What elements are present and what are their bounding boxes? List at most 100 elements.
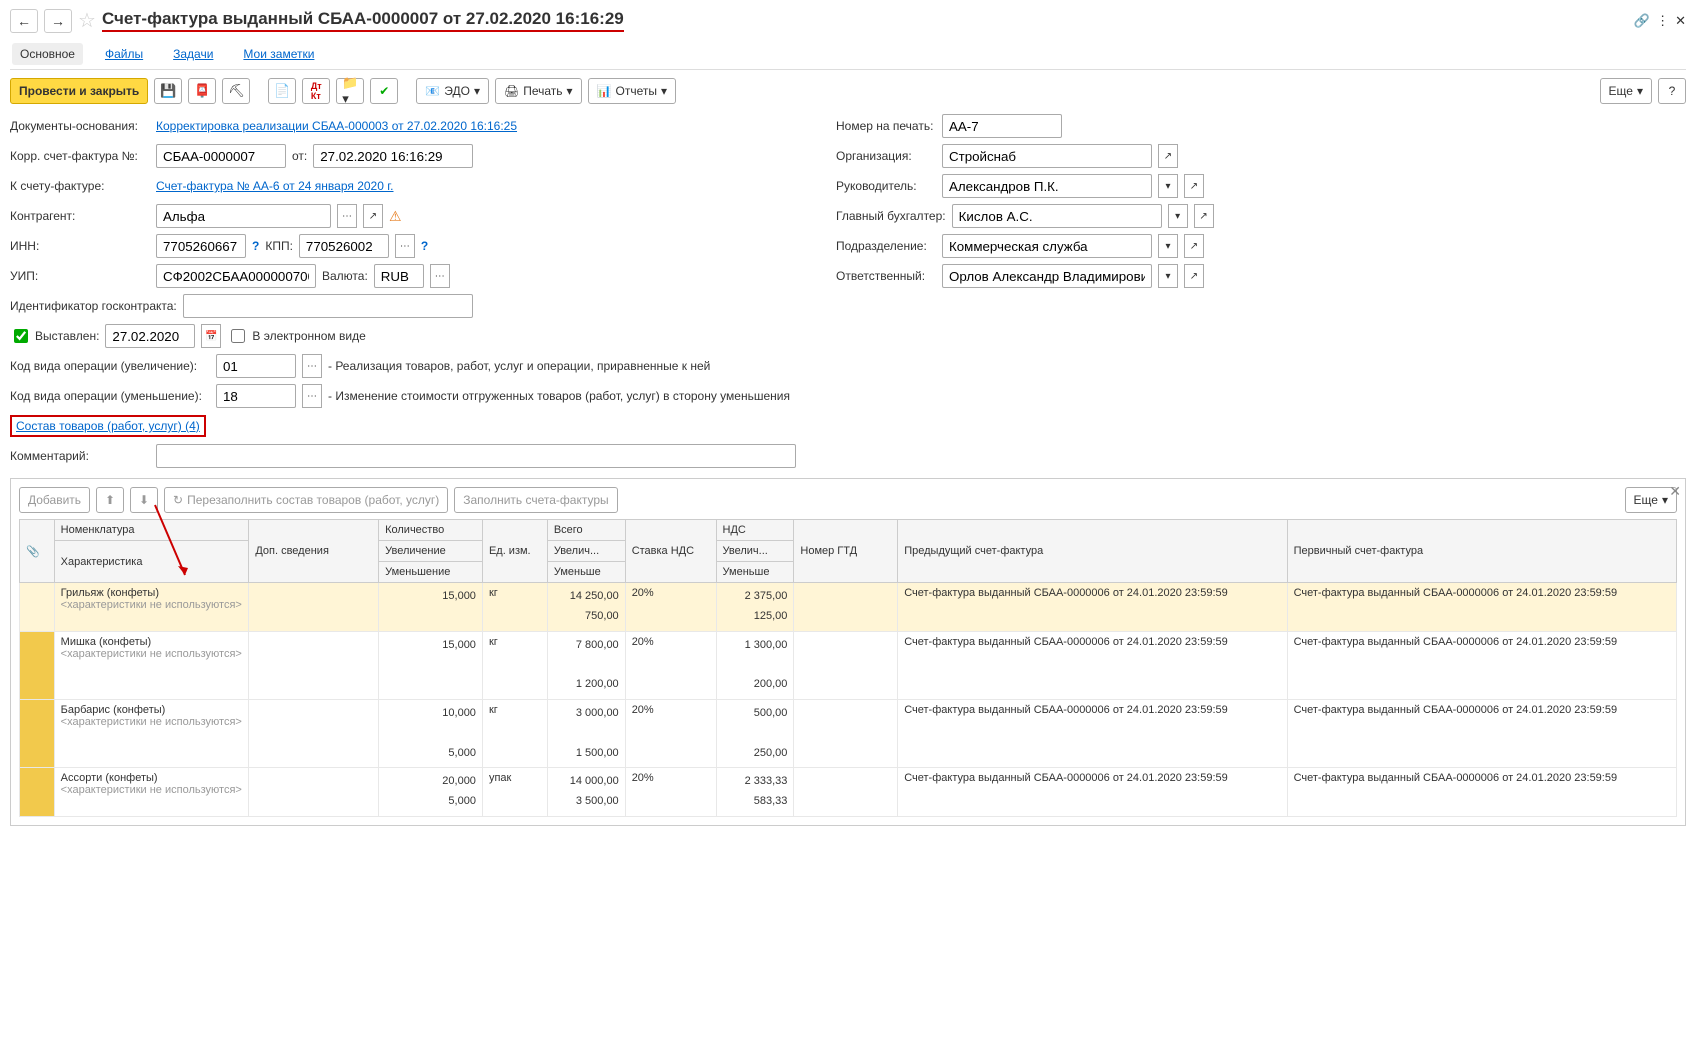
- check-button[interactable]: ✔: [370, 78, 398, 104]
- nav-back-button[interactable]: ←: [10, 9, 38, 33]
- move-up-button[interactable]: ⬆: [96, 487, 124, 513]
- kpp-lookup-button[interactable]: ⋯: [395, 234, 415, 258]
- structure-button[interactable]: ⛏: [222, 78, 250, 104]
- save-close-button[interactable]: Провести и закрыть: [10, 78, 148, 104]
- org-input[interactable]: [942, 144, 1152, 168]
- electronic-checkbox[interactable]: [231, 329, 245, 343]
- col-gtd[interactable]: Номер ГТД: [794, 520, 898, 583]
- cell-prim[interactable]: Счет-фактура выданный СБАА-0000006 от 24…: [1287, 699, 1676, 767]
- cell-rate[interactable]: 20%: [625, 583, 716, 632]
- basis-link[interactable]: Корректировка реализации СБАА-000003 от …: [156, 119, 517, 133]
- col-total-dec[interactable]: Уменьше: [547, 562, 625, 583]
- cell-unit[interactable]: кг: [482, 583, 547, 632]
- inn-input[interactable]: [156, 234, 246, 258]
- calendar-button[interactable]: 📅: [201, 324, 221, 348]
- create-based-button[interactable]: 📁▾: [336, 78, 364, 104]
- tab-files[interactable]: Файлы: [97, 43, 151, 65]
- col-total-inc[interactable]: Увелич...: [547, 541, 625, 562]
- issued-checkbox[interactable]: [14, 329, 28, 343]
- cell-total[interactable]: 14 000,003 500,00: [547, 768, 625, 817]
- cell-vat[interactable]: 500,00 250,00: [716, 699, 794, 767]
- currency-input[interactable]: [374, 264, 424, 288]
- cell-prev[interactable]: Счет-фактура выданный СБАА-0000006 от 24…: [898, 583, 1287, 632]
- add-row-button[interactable]: Добавить: [19, 487, 90, 513]
- op-inc-lookup-button[interactable]: ⋯: [302, 354, 322, 378]
- move-down-button[interactable]: ⬇: [130, 487, 158, 513]
- col-unit[interactable]: Ед. изм.: [482, 520, 547, 583]
- gos-id-input[interactable]: [183, 294, 473, 318]
- op-inc-input[interactable]: [216, 354, 296, 378]
- cell-total[interactable]: 3 000,00 1 500,00: [547, 699, 625, 767]
- cell-name[interactable]: Мишка (конфеты)<характеристики не исполь…: [54, 631, 249, 699]
- cell-prim[interactable]: Счет-фактура выданный СБАА-0000006 от 24…: [1287, 631, 1676, 699]
- kpp-input[interactable]: [299, 234, 389, 258]
- col-prev[interactable]: Предыдущий счет-фактура: [898, 520, 1287, 583]
- cell-add-info[interactable]: [249, 768, 379, 817]
- division-open-button[interactable]: ↗: [1184, 234, 1204, 258]
- uip-input[interactable]: [156, 264, 316, 288]
- print-num-input[interactable]: [942, 114, 1062, 138]
- table-row[interactable]: Мишка (конфеты)<характеристики не исполь…: [20, 631, 1677, 699]
- table-row[interactable]: Барбарис (конфеты)<характеристики не исп…: [20, 699, 1677, 767]
- col-total[interactable]: Всего: [547, 520, 625, 541]
- col-qty-inc[interactable]: Увеличение: [379, 541, 483, 562]
- counterparty-input[interactable]: [156, 204, 331, 228]
- cell-unit[interactable]: кг: [482, 699, 547, 767]
- refill-button[interactable]: ↻ Перезаполнить состав товаров (работ, у…: [164, 487, 448, 513]
- col-qty-dec[interactable]: Уменьшение: [379, 562, 483, 583]
- panel-close-icon[interactable]: ✕: [1669, 483, 1681, 500]
- org-open-button[interactable]: ↗: [1158, 144, 1178, 168]
- dtkit-button[interactable]: ДтКт: [302, 78, 330, 104]
- op-dec-lookup-button[interactable]: ⋯: [302, 384, 322, 408]
- cell-vat[interactable]: 2 375,00125,00: [716, 583, 794, 632]
- col-vat-dec[interactable]: Уменьше: [716, 562, 794, 583]
- cell-unit[interactable]: упак: [482, 768, 547, 817]
- tab-notes[interactable]: Мои заметки: [235, 43, 322, 65]
- counterparty-lookup-button[interactable]: ⋯: [337, 204, 357, 228]
- cell-total[interactable]: 7 800,00 1 200,00: [547, 631, 625, 699]
- edo-button[interactable]: 📧 ЭДО ▾: [416, 78, 489, 104]
- col-char[interactable]: Характеристика: [54, 541, 249, 583]
- accountant-drop-button[interactable]: ▾: [1168, 204, 1188, 228]
- col-rate[interactable]: Ставка НДС: [625, 520, 716, 583]
- cell-qty[interactable]: 20,0005,000: [379, 768, 483, 817]
- cell-rate[interactable]: 20%: [625, 699, 716, 767]
- division-drop-button[interactable]: ▾: [1158, 234, 1178, 258]
- col-nomenclature[interactable]: Номенклатура: [54, 520, 249, 541]
- col-qty[interactable]: Количество: [379, 520, 483, 541]
- cell-unit[interactable]: кг: [482, 631, 547, 699]
- col-prim[interactable]: Первичный счет-фактура: [1287, 520, 1676, 583]
- accountant-open-button[interactable]: ↗: [1194, 204, 1214, 228]
- responsible-drop-button[interactable]: ▾: [1158, 264, 1178, 288]
- tab-main[interactable]: Основное: [12, 43, 83, 65]
- cell-qty[interactable]: 15,000: [379, 583, 483, 632]
- cell-vat[interactable]: 2 333,33583,33: [716, 768, 794, 817]
- col-vat[interactable]: НДС: [716, 520, 794, 541]
- cell-rate[interactable]: 20%: [625, 631, 716, 699]
- cell-add-info[interactable]: [249, 631, 379, 699]
- kebab-icon[interactable]: ⋮: [1656, 13, 1669, 29]
- cell-prim[interactable]: Счет-фактура выданный СБАА-0000006 от 24…: [1287, 768, 1676, 817]
- responsible-input[interactable]: [942, 264, 1152, 288]
- corr-date-input[interactable]: [313, 144, 473, 168]
- table-row[interactable]: Ассорти (конфеты)<характеристики не испо…: [20, 768, 1677, 817]
- col-vat-inc[interactable]: Увелич...: [716, 541, 794, 562]
- corr-num-input[interactable]: [156, 144, 286, 168]
- cell-name[interactable]: Грильяж (конфеты)<характеристики не испо…: [54, 583, 249, 632]
- op-dec-input[interactable]: [216, 384, 296, 408]
- col-add-info[interactable]: Доп. сведения: [249, 520, 379, 583]
- help-button[interactable]: ?: [1658, 78, 1686, 104]
- to-invoice-link[interactable]: Счет-фактура № АА-6 от 24 января 2020 г.: [156, 179, 394, 193]
- cell-total[interactable]: 14 250,00750,00: [547, 583, 625, 632]
- reports-button[interactable]: 📊 Отчеты ▾: [588, 78, 676, 104]
- division-input[interactable]: [942, 234, 1152, 258]
- cell-prev[interactable]: Счет-фактура выданный СБАА-0000006 от 24…: [898, 699, 1287, 767]
- cell-name[interactable]: Барбарис (конфеты)<характеристики не исп…: [54, 699, 249, 767]
- goods-composition-link[interactable]: Состав товаров (работ, услуг) (4): [16, 419, 200, 433]
- post-button[interactable]: 📮: [188, 78, 216, 104]
- cell-add-info[interactable]: [249, 583, 379, 632]
- cell-gtd[interactable]: [794, 768, 898, 817]
- table-row[interactable]: Грильяж (конфеты)<характеристики не испо…: [20, 583, 1677, 632]
- inn-help-icon[interactable]: ?: [252, 239, 259, 253]
- director-drop-button[interactable]: ▾: [1158, 174, 1178, 198]
